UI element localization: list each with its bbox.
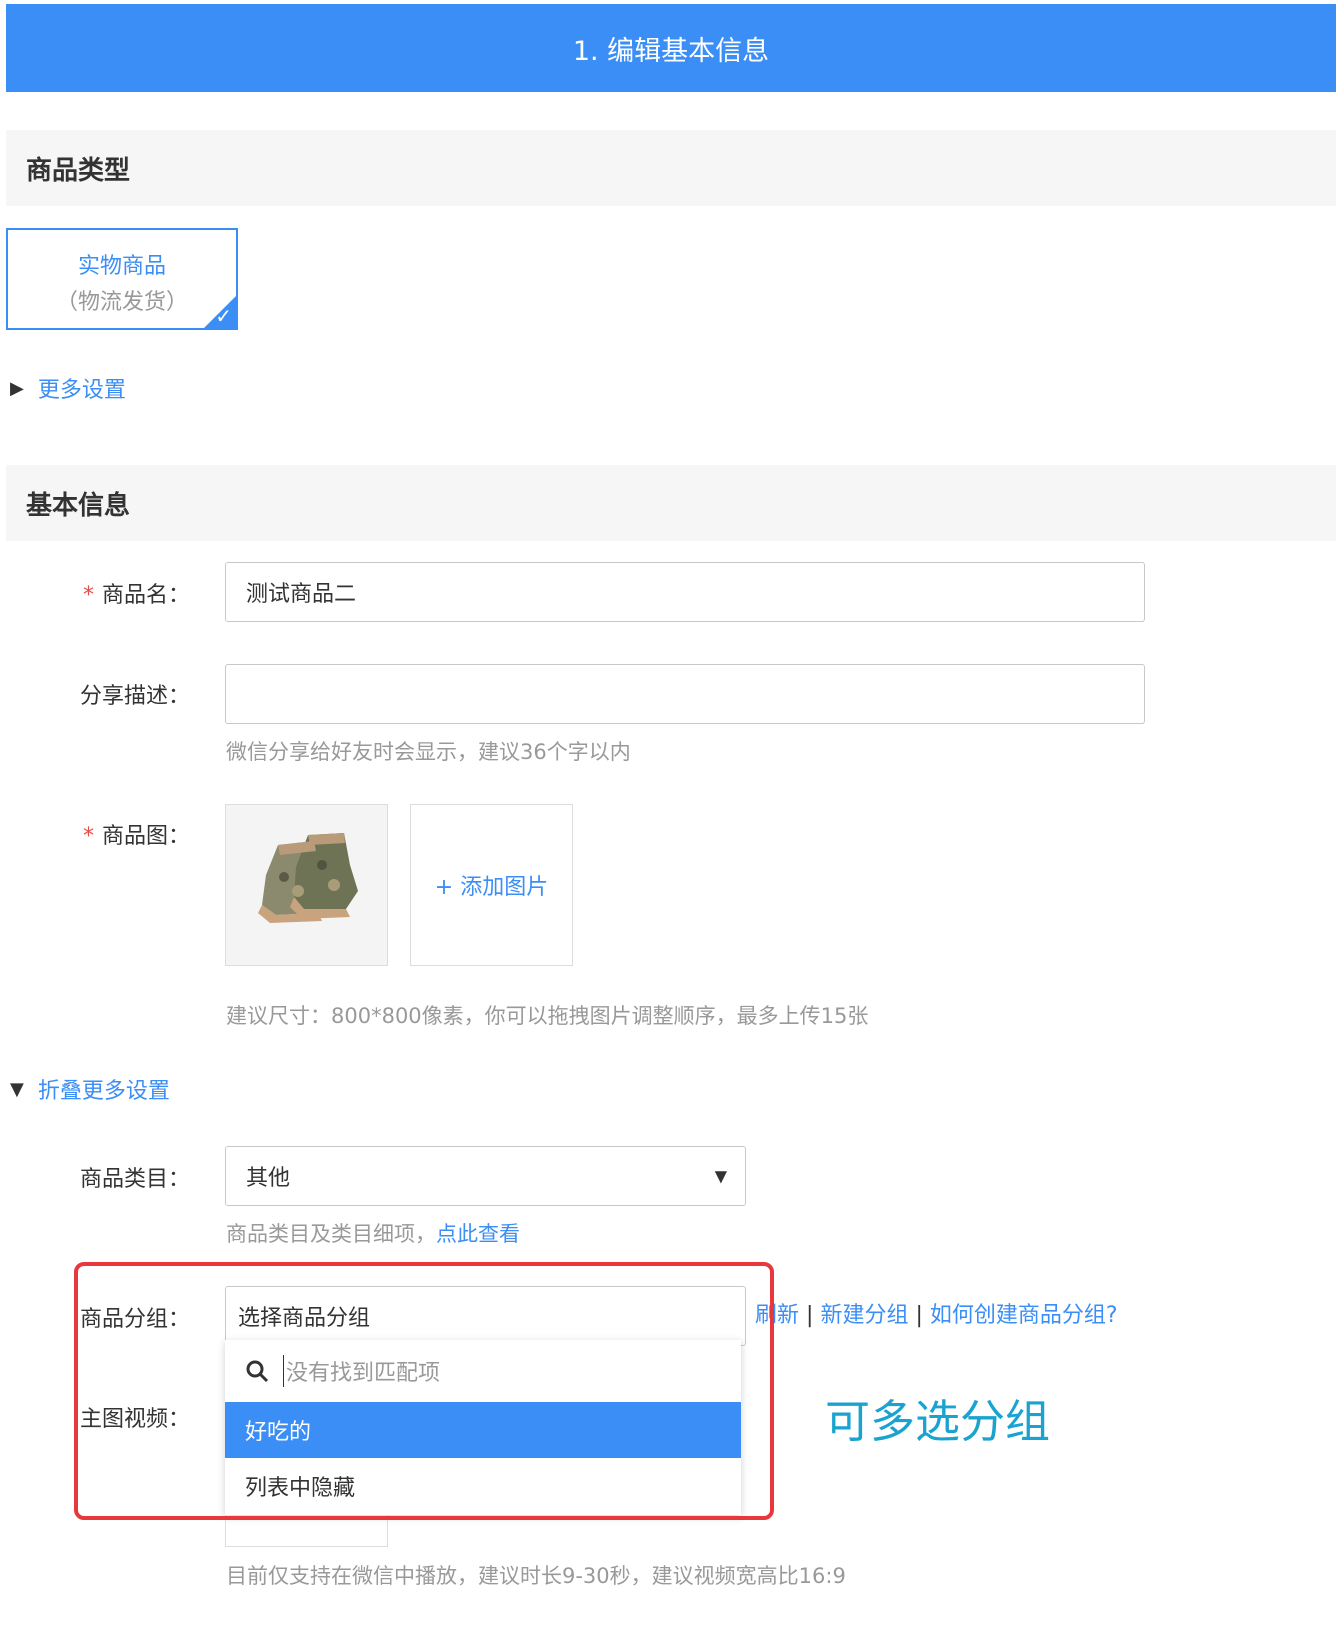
category-label: 商品类目：: [79, 1167, 190, 1192]
new-group-link[interactable]: 新建分组: [820, 1303, 908, 1328]
category-view-link[interactable]: 点此查看: [436, 1222, 520, 1246]
caret-right-icon: ▶: [10, 377, 24, 399]
image-hint: 建议尺寸：800*800像素，你可以拖拽图片调整顺序，最多上传15张: [226, 1004, 869, 1028]
boot-image: [258, 833, 358, 923]
annotation-highlight-box: [74, 1262, 774, 1520]
section-title: 基本信息: [26, 490, 131, 521]
share-desc-input[interactable]: [225, 664, 1145, 724]
caret-down-icon: ▼: [10, 1078, 24, 1100]
product-name-input[interactable]: 测试商品二: [225, 562, 1145, 622]
checkmark-icon: ✓: [215, 304, 232, 328]
how-to-create-group-link[interactable]: 如何创建商品分组?: [930, 1303, 1118, 1328]
page-header: 1. 编辑基本信息: [6, 4, 1336, 92]
category-select[interactable]: 其他 ▼: [225, 1146, 746, 1206]
product-image-thumbnail[interactable]: [225, 804, 388, 966]
image-label: * 商品图：: [82, 824, 190, 849]
section-title: 商品类型: [26, 155, 131, 186]
group-links: 刷新 | 新建分组 | 如何创建商品分组?: [755, 1303, 1118, 1328]
annotation-text: 可多选分组: [825, 1395, 1051, 1448]
collapse-settings-toggle[interactable]: ▼ 折叠更多设置: [10, 1073, 170, 1105]
collapse-settings-link[interactable]: 折叠更多设置: [38, 1073, 170, 1105]
required-mark: *: [82, 583, 94, 608]
more-settings-link[interactable]: 更多设置: [38, 372, 126, 404]
share-desc-hint: 微信分享给好友时会显示，建议36个字以内: [226, 740, 631, 764]
section-product-type: 商品类型: [6, 130, 1336, 206]
card-title: 实物商品: [77, 254, 166, 279]
share-desc-label: 分享描述：: [79, 684, 190, 709]
video-hint: 目前仅支持在微信中播放，建议时长9-30秒，建议视频宽高比16:9: [226, 1564, 846, 1588]
more-settings-toggle[interactable]: ▶ 更多设置: [10, 372, 126, 404]
physical-product-card[interactable]: 实物商品 （物流发货） ✓: [6, 228, 238, 330]
required-mark: *: [82, 824, 94, 849]
name-label: * 商品名：: [82, 583, 190, 608]
add-image-button[interactable]: + 添加图片: [410, 804, 573, 966]
page-title: 1. 编辑基本信息: [572, 35, 770, 67]
section-basic-info: 基本信息: [6, 465, 1336, 541]
category-hint: 商品类目及类目细项，点此查看: [226, 1222, 520, 1246]
dropdown-arrow-icon: ▼: [714, 1166, 727, 1186]
